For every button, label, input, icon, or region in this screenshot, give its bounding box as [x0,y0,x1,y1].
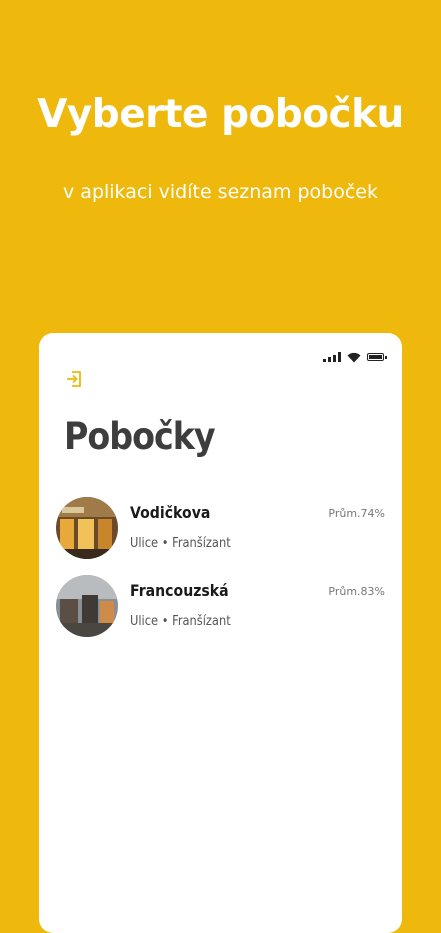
branch-row-francouzska[interactable]: Francouzská Prům.83% Ulice • Franšízant [39,573,402,637]
branch-average: Prům.83% [328,585,385,598]
branch-row-vodickova[interactable]: Vodičkova Prům.74% Ulice • Franšízant [39,495,402,559]
branch-average: Prům.74% [328,507,385,520]
branch-photo [56,575,118,637]
branch-meta: Ulice • Franšízant [130,614,231,629]
cellular-signal-icon [323,352,341,362]
page-title: Pobočky [64,415,216,458]
wifi-icon [347,352,361,362]
battery-icon [367,353,387,361]
phone-screen: Pobočky Vodičkova Prům.74% Ulice • Franš… [39,333,402,933]
branch-meta: Ulice • Franšízant [130,536,231,551]
logout-icon[interactable] [65,370,83,388]
status-bar [323,351,387,363]
branch-name: Francouzská [130,581,229,600]
branch-name: Vodičkova [130,503,211,522]
promo-subline: v aplikaci vidíte seznam poboček [63,181,378,203]
promo-headline: Vyberte pobočku [37,92,404,137]
branch-photo [56,497,118,559]
